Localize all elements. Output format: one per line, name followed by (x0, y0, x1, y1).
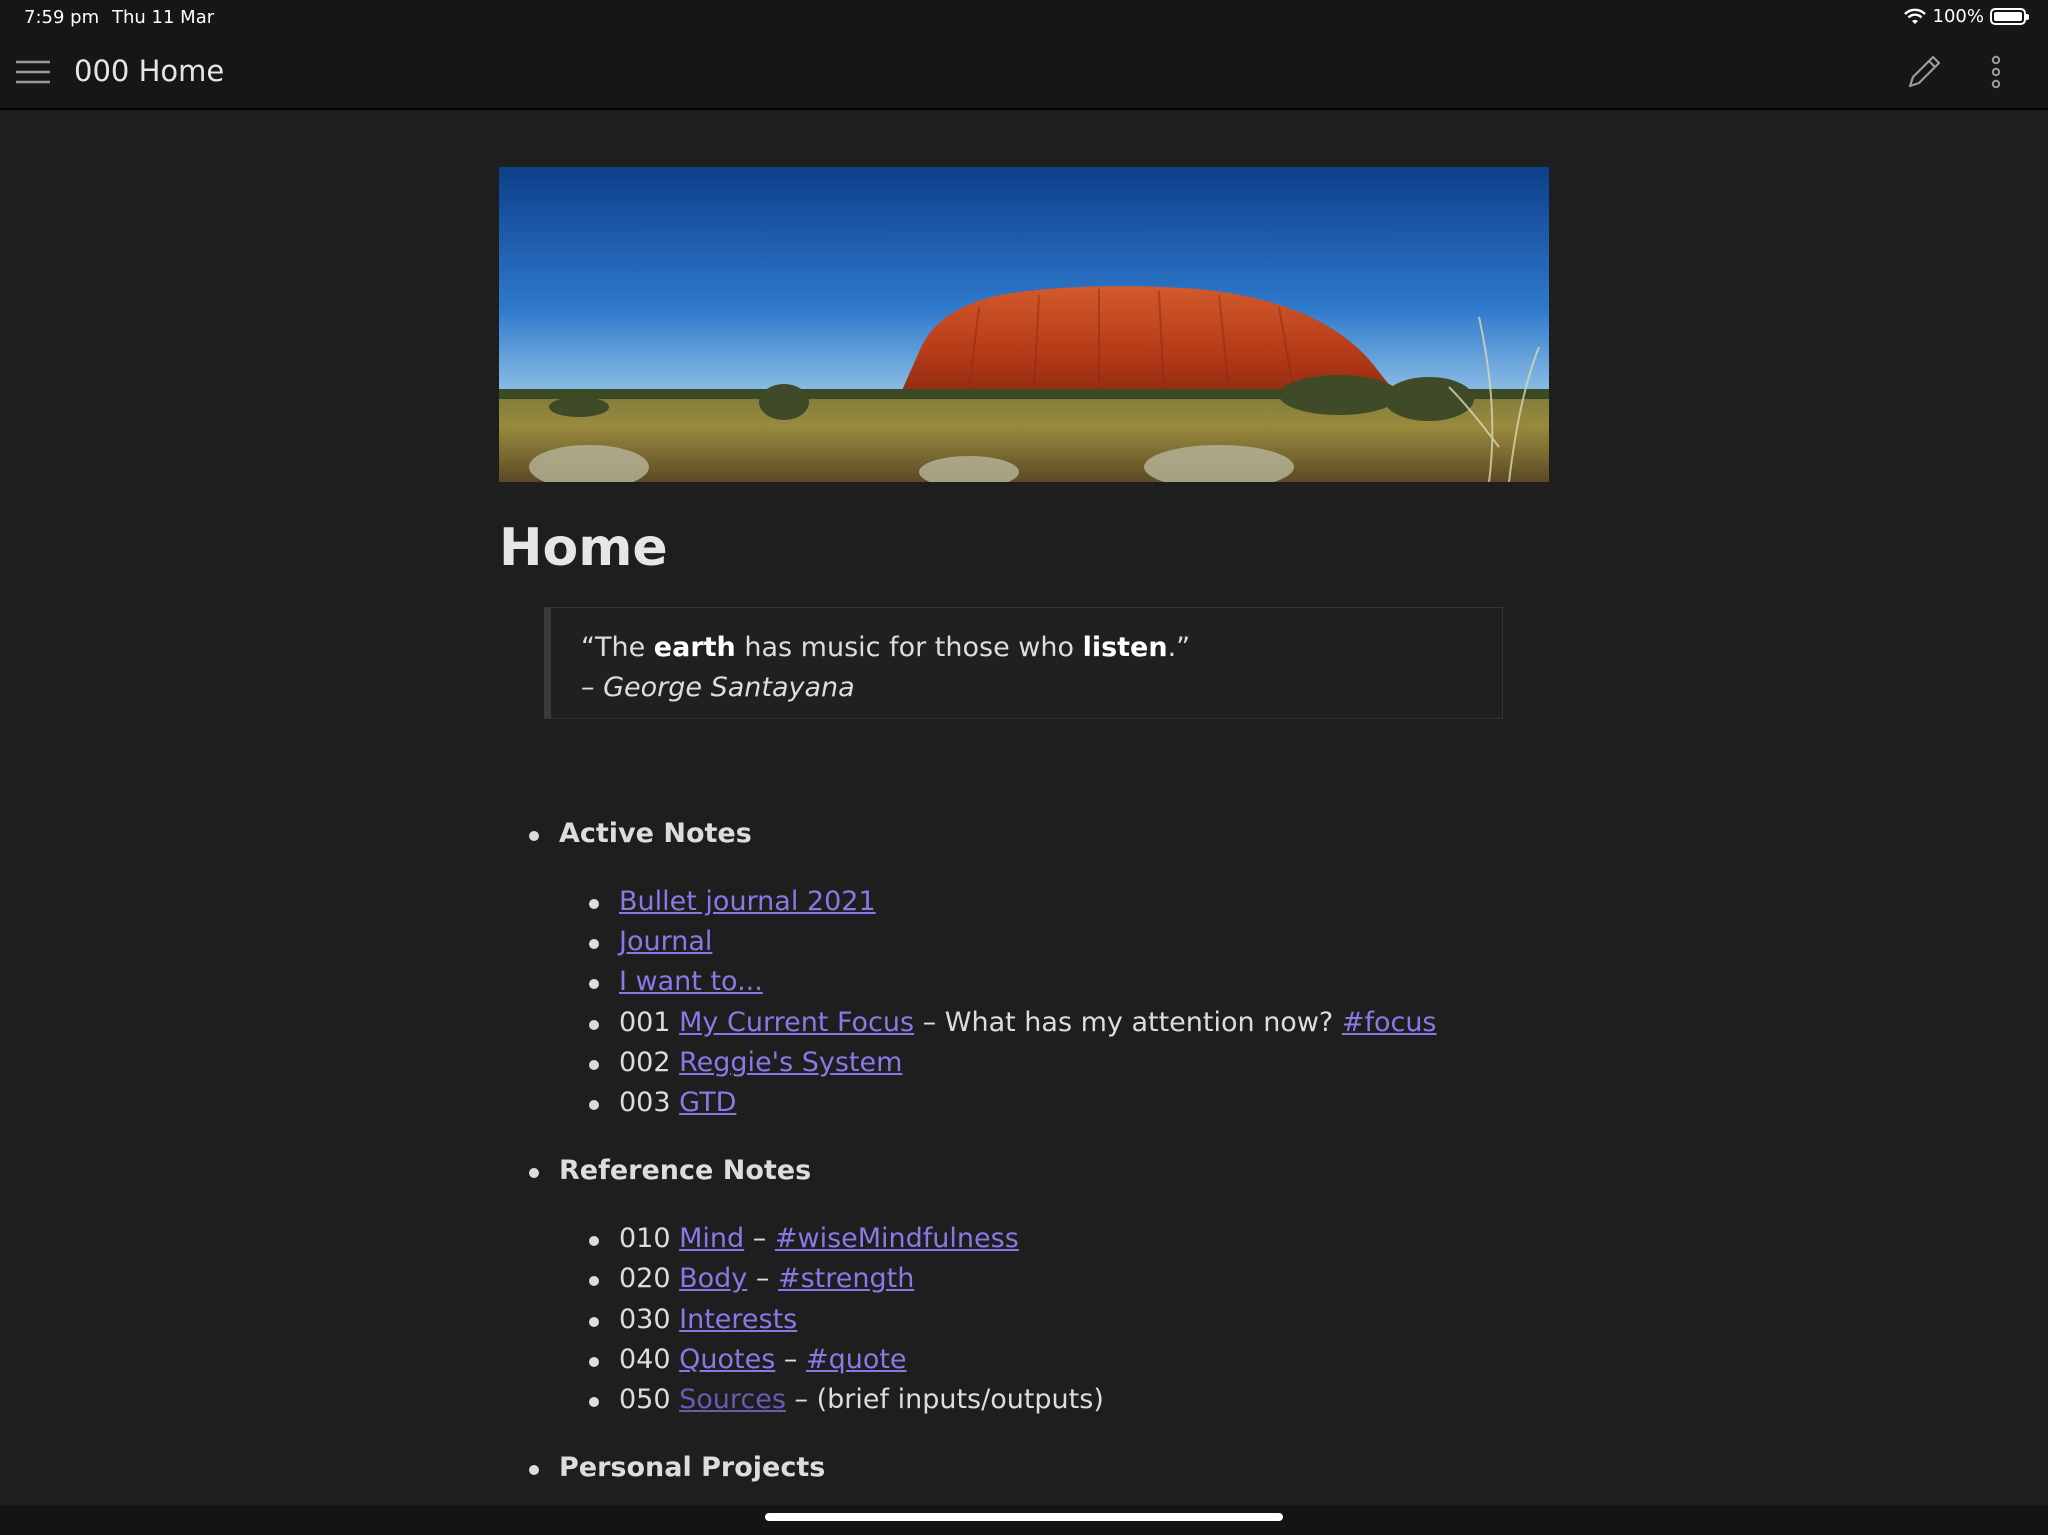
link-bullet-journal[interactable]: Bullet journal 2021 (619, 886, 876, 917)
item-number: 040 (619, 1344, 680, 1375)
list-item: 020 Body – #strength (589, 1263, 914, 1294)
list-item-reference-notes: Reference Notes (529, 1155, 812, 1186)
item-separator: – (747, 1263, 778, 1294)
list-item: 010 Mind – #wiseMindfulness (589, 1223, 1019, 1254)
pencil-icon[interactable] (1904, 52, 1944, 92)
item-separator: – (744, 1223, 775, 1254)
item-number: 003 (619, 1087, 680, 1118)
section-label: Personal Projects (559, 1452, 826, 1483)
quote-author: – George Santayana (581, 672, 855, 703)
list-item: 040 Quotes – #quote (589, 1344, 907, 1375)
blockquote: “The earth has music for those who liste… (544, 607, 1503, 719)
link-body[interactable]: Body (679, 1263, 747, 1294)
item-description: – (brief inputs/outputs) (785, 1384, 1104, 1415)
page-title: Home (499, 518, 668, 578)
tag-focus[interactable]: #focus (1342, 1007, 1437, 1038)
vertical-ellipsis-icon[interactable] (1984, 52, 2008, 92)
tag-quote[interactable]: #quote (806, 1344, 907, 1375)
home-indicator-area (0, 1505, 2048, 1535)
item-separator: – (775, 1344, 806, 1375)
section-label: Reference Notes (559, 1155, 812, 1186)
quote-open: “The (581, 632, 654, 663)
item-number: 030 (619, 1304, 680, 1335)
list-item-personal-projects: Personal Projects (529, 1452, 826, 1483)
status-time: 7:59 pm (24, 7, 100, 28)
note-content[interactable]: Home “The earth has music for those who … (0, 110, 2048, 1505)
link-journal[interactable]: Journal (619, 926, 712, 957)
list-item: 001 My Current Focus – What has my atten… (589, 1007, 1437, 1038)
list-item: 003 GTD (589, 1087, 736, 1118)
list-item-active-notes: Active Notes (529, 818, 752, 849)
list-item: I want to... (589, 966, 763, 997)
tag-strength[interactable]: #strength (778, 1263, 914, 1294)
list-item: 002 Reggie's System (589, 1047, 902, 1078)
note-title: 000 Home (74, 54, 225, 88)
status-bar: 7:59 pm Thu 11 Mar 100% (0, 0, 2048, 36)
link-gtd[interactable]: GTD (679, 1087, 736, 1118)
quote-text: “The earth has music for those who liste… (581, 628, 1502, 668)
list-item: Journal (589, 926, 712, 957)
tag-wise-mindfulness[interactable]: #wiseMindfulness (775, 1223, 1019, 1254)
item-number: 050 (619, 1384, 680, 1415)
item-number: 020 (619, 1263, 680, 1294)
item-number: 001 (619, 1007, 680, 1038)
quote-bold-earth: earth (653, 632, 736, 663)
banner-image (499, 167, 1549, 482)
item-description: – What has my attention now? (914, 1007, 1342, 1038)
list-item: 050 Sources – (brief inputs/outputs) (589, 1384, 1104, 1415)
link-reggies-system[interactable]: Reggie's System (679, 1047, 902, 1078)
quote-bold-listen: listen (1082, 632, 1168, 663)
link-i-want-to[interactable]: I want to... (619, 966, 763, 997)
link-mind[interactable]: Mind (679, 1223, 744, 1254)
hamburger-menu-icon[interactable] (14, 54, 52, 90)
status-date: Thu 11 Mar (112, 7, 215, 28)
link-quotes[interactable]: Quotes (679, 1344, 775, 1375)
list-item: Bullet journal 2021 (589, 886, 876, 917)
status-right: 100% (1903, 6, 2029, 27)
section-label: Active Notes (559, 818, 752, 849)
quote-mid: has music for those who (735, 632, 1083, 663)
link-interests[interactable]: Interests (679, 1304, 797, 1335)
list-item: 030 Interests (589, 1304, 797, 1335)
battery-percent: 100% (1932, 6, 1984, 27)
link-my-current-focus[interactable]: My Current Focus (679, 1007, 914, 1038)
battery-icon (1990, 8, 2029, 25)
wifi-icon (1903, 8, 1926, 24)
item-number: 010 (619, 1223, 680, 1254)
link-sources[interactable]: Sources (679, 1384, 786, 1415)
quote-close: .” (1167, 632, 1191, 663)
item-number: 002 (619, 1047, 680, 1078)
home-indicator[interactable] (765, 1513, 1283, 1521)
top-bar: 000 Home (0, 36, 2048, 110)
